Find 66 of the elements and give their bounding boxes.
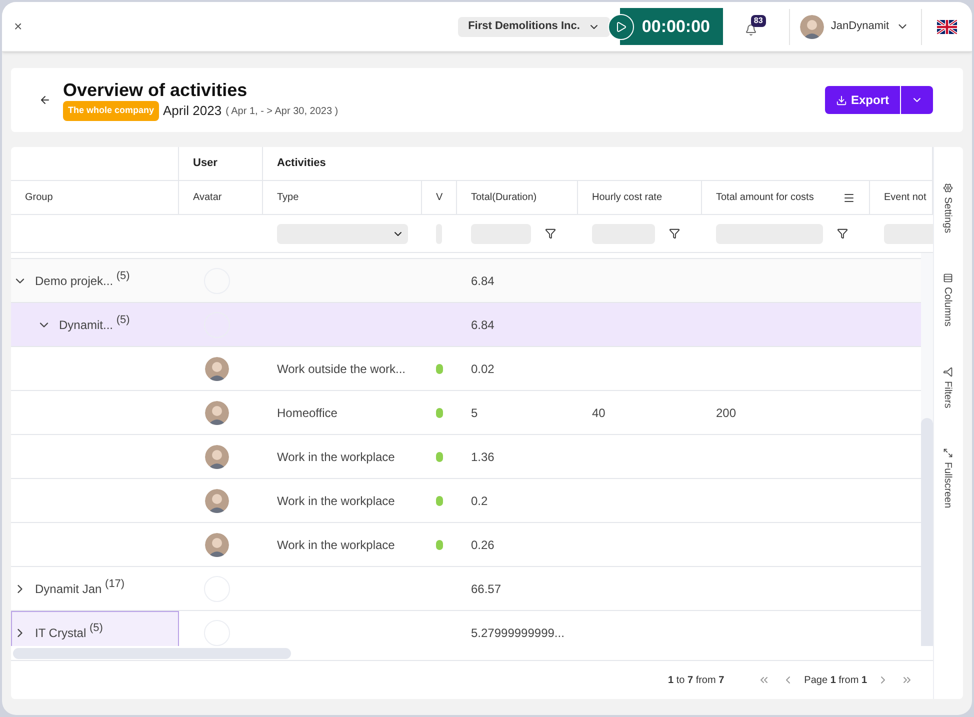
- total-amount: 200: [716, 404, 736, 422]
- first-page-icon[interactable]: [758, 674, 770, 686]
- user-avatar: [205, 488, 229, 512]
- user-avatar: [205, 356, 229, 380]
- column-header[interactable]: Group: [25, 190, 53, 205]
- vertical-scrollbar[interactable]: [921, 418, 933, 646]
- close-button[interactable]: ×: [14, 16, 22, 37]
- filter-icon: [942, 366, 952, 377]
- flag-icon[interactable]: [937, 20, 957, 34]
- scope-badge: The whole company: [63, 101, 160, 121]
- bell-icon[interactable]: [744, 24, 757, 36]
- user-avatar: [800, 14, 824, 38]
- side-panel-tab[interactable]: Fullscreen: [940, 448, 955, 508]
- total-duration: 5.27999999999...: [471, 624, 564, 642]
- horizontal-scrollbar[interactable]: [13, 648, 291, 658]
- fullscreen-icon: [942, 448, 952, 458]
- filter-icon[interactable]: [837, 228, 848, 239]
- back-arrow-icon[interactable]: [39, 94, 51, 106]
- export-button[interactable]: Export: [824, 86, 900, 114]
- column-group-header: User: [193, 156, 218, 172]
- filter-icon[interactable]: [545, 228, 556, 239]
- download-icon: [836, 94, 847, 106]
- column-header[interactable]: Total(Duration): [471, 190, 537, 205]
- column-menu-icon[interactable]: [843, 192, 855, 204]
- column-header[interactable]: Avatar: [193, 190, 222, 205]
- side-panel-tab[interactable]: Columns: [940, 273, 955, 327]
- notification-badge: 83: [750, 14, 766, 26]
- column-header[interactable]: V: [436, 190, 443, 205]
- period-label: April 2023: [163, 102, 222, 120]
- side-panel-tab[interactable]: Settings: [940, 183, 955, 234]
- row-range: 1 to 7 from 7: [668, 674, 724, 688]
- column-header[interactable]: Hourly cost rate: [592, 190, 662, 205]
- user-avatar: [205, 444, 229, 468]
- side-panel-tab[interactable]: Filters: [940, 366, 955, 408]
- total-duration: 6.84: [471, 316, 494, 334]
- total-duration: 0.02: [471, 360, 494, 378]
- timer-value: 00:00:00: [642, 16, 710, 38]
- column-header[interactable]: Event not: [884, 190, 926, 205]
- activity-type: Work in the workplace: [277, 536, 395, 554]
- user-avatar: [205, 400, 229, 424]
- filter-icon[interactable]: [669, 228, 680, 239]
- column-header[interactable]: Total amount for costs: [716, 190, 814, 205]
- hourly-cost-rate: 40: [592, 404, 606, 422]
- user-name[interactable]: JanDynamit: [830, 18, 889, 35]
- page-indicator: Page 1 from 1: [804, 674, 867, 688]
- column-header[interactable]: Type: [277, 190, 299, 205]
- last-page-icon[interactable]: [901, 674, 913, 686]
- play-icon: [614, 20, 627, 32]
- columns-icon: [942, 273, 952, 284]
- date-range: ( Apr 1, - > Apr 30, 2023 ): [226, 104, 338, 118]
- total-duration: 1.36: [471, 448, 494, 466]
- activity-type: Work outside the work...: [277, 360, 406, 378]
- activity-type: Work in the workplace: [277, 448, 395, 466]
- activity-type: Homeoffice: [277, 404, 338, 422]
- total-duration: 6.84: [471, 272, 494, 290]
- page-title: Overview of activities: [63, 79, 248, 102]
- activity-type: Work in the workplace: [277, 492, 395, 510]
- total-duration: 0.26: [471, 536, 494, 554]
- total-duration: 5: [471, 404, 478, 422]
- play-button[interactable]: [608, 14, 634, 40]
- total-duration: 0.2: [471, 492, 488, 510]
- settings-icon: [942, 183, 952, 193]
- total-duration: 66.57: [471, 580, 502, 598]
- company-select[interactable]: First Demolitions Inc.: [458, 16, 610, 36]
- column-group-header: Activities: [277, 156, 326, 172]
- user-avatar: [205, 532, 229, 556]
